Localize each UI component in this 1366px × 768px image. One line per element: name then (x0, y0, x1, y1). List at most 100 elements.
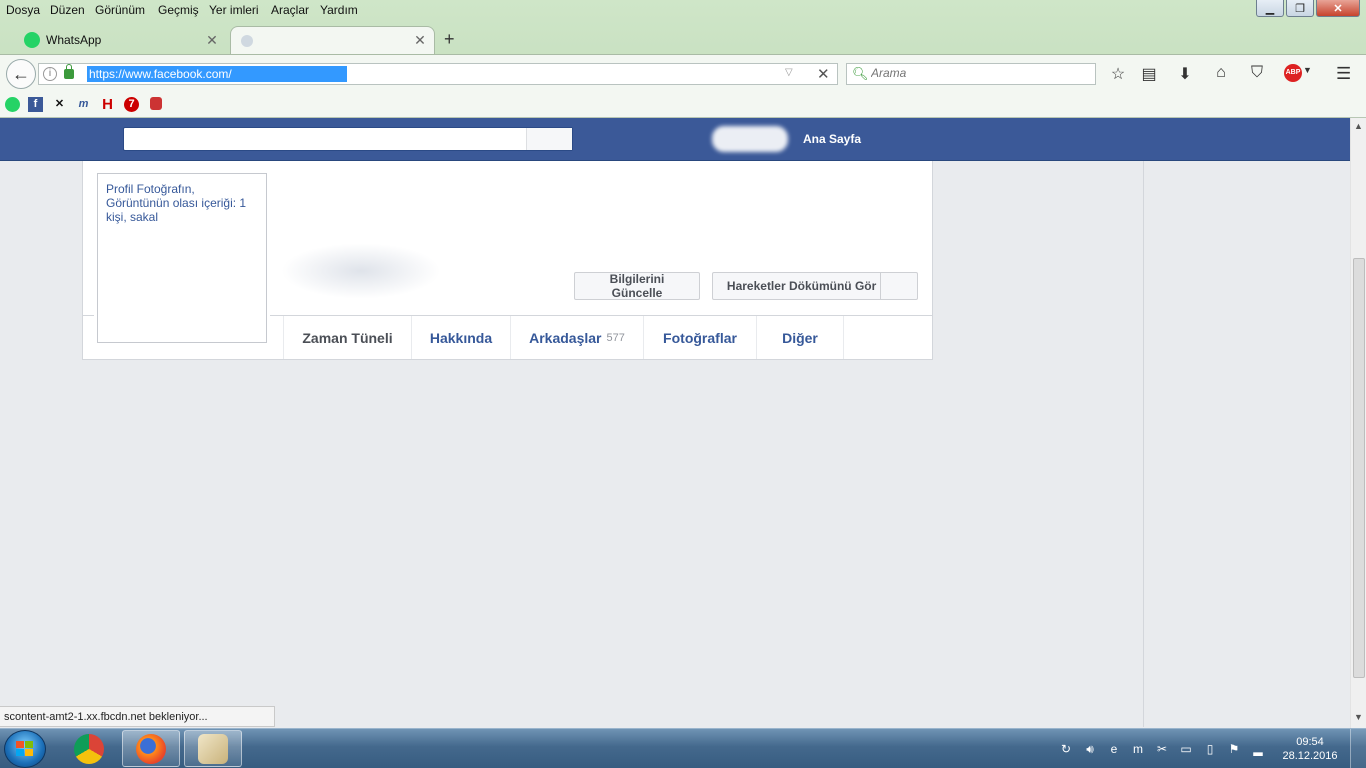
tab-friends[interactable]: Arkadaşlar 577 (510, 316, 643, 359)
profile-tabs: Zaman Tüneli Hakkında Arkadaşlar 577 Fot… (283, 316, 844, 359)
page-scrollbar[interactable]: ▲ ▼ (1350, 118, 1366, 728)
taskbar-paint[interactable] (184, 730, 242, 767)
scroll-down-icon[interactable]: ▼ (1354, 712, 1363, 722)
avatar[interactable] (712, 126, 788, 152)
menu-help[interactable]: Yardım (320, 3, 358, 17)
home-link[interactable]: Ana Sayfa (803, 132, 861, 146)
loading-icon (241, 34, 253, 47)
minimize-icon: ▁ (1265, 2, 1275, 15)
url-text[interactable]: https://www.facebook.com/ (87, 66, 347, 82)
minimize-button[interactable]: ▁ (1256, 0, 1284, 17)
signal-icon[interactable]: ▂ (1250, 741, 1266, 757)
tab-title: WhatsApp (46, 33, 102, 47)
close-window-button[interactable]: ✕ (1316, 0, 1360, 17)
info-icon[interactable]: i (43, 67, 57, 81)
stop-icon[interactable]: ✕ (817, 65, 830, 83)
tab-label: Hakkında (429, 329, 493, 346)
tab-whatsapp[interactable]: WhatsApp ✕ (8, 26, 226, 54)
show-desktop-button[interactable] (1350, 729, 1366, 768)
pocket-icon[interactable]: ⛉ (1247, 64, 1267, 82)
home-icon[interactable]: ⌂ (1211, 64, 1231, 82)
system-tray: ↻ 🔊︎ e m ✂ ▭ ▯ ⚑ ▂ (1058, 741, 1274, 757)
search-input[interactable] (871, 66, 1091, 80)
reading-list-icon[interactable]: ▤ (1139, 64, 1159, 84)
firefox-icon (136, 733, 166, 764)
whatsapp-icon[interactable] (5, 97, 20, 112)
search-bar[interactable]: 🔍︎ (846, 63, 1096, 85)
update-info-button[interactable]: Bilgilerini Güncelle (574, 272, 700, 300)
tab-more[interactable]: Diğer (756, 316, 844, 359)
address-bar[interactable]: i https://www.facebook.com/ ▽ ✕ (38, 63, 838, 85)
sync-icon[interactable]: ↻ (1058, 741, 1074, 757)
tab-label: Diğer (782, 329, 818, 346)
adblock-icon[interactable]: ABP (1284, 64, 1302, 82)
activity-log-button[interactable]: Hareketler Dökümünü Gör (712, 272, 918, 300)
lock-icon[interactable] (64, 64, 74, 79)
window-controls: ▁ ❐ ✕ (1254, 0, 1360, 18)
clock-time: 09:54 (1296, 736, 1324, 748)
profile-card: Bilgilerini Güncelle Hareketler Dökümünü… (82, 161, 933, 360)
start-button[interactable] (4, 730, 46, 768)
bookmark-icon[interactable] (150, 97, 162, 110)
friends-count: 577 (606, 331, 625, 344)
network-device-icon[interactable]: ▭ (1178, 741, 1194, 757)
bookmark-icon[interactable]: m (76, 97, 91, 112)
facebook-search-input[interactable] (132, 131, 522, 145)
browser-tray-icon[interactable]: e (1106, 741, 1122, 757)
usb-icon[interactable]: ▯ (1202, 741, 1218, 757)
activity-log-label: Hareketler Dökümünü Gör (726, 279, 877, 293)
volume-icon[interactable]: 🔊︎ (1082, 741, 1098, 757)
app-tray-icon[interactable]: ✂ (1154, 741, 1170, 757)
tab-strip: WhatsApp ✕ ✕ + (0, 24, 1366, 54)
facebook-header: Ana Sayfa (0, 118, 1350, 161)
profile-photo-alt-text: Profil Fotoğrafın, Görüntünün olası içer… (106, 182, 247, 224)
profile-name-area (281, 243, 441, 299)
menu-tools[interactable]: Araçlar (271, 3, 309, 17)
tab-label: Zaman Tüneli (302, 329, 393, 346)
menu-bookmarks[interactable]: Yer imleri (209, 3, 259, 17)
status-bar: scontent-amt2-1.xx.fbcdn.net bekleniyor.… (0, 706, 275, 727)
chrome-icon (74, 733, 104, 764)
bookmarks-toolbar: f ✕ m H 7 (0, 92, 1366, 118)
bookmark-icon[interactable]: ✕ (52, 97, 67, 112)
profile-photo[interactable]: Profil Fotoğrafın, Görüntünün olası içer… (97, 173, 267, 343)
app-tray-icon[interactable]: m (1130, 741, 1146, 757)
browser-chrome: Dosya Düzen Görünüm Geçmiş Yer imleri Ar… (0, 0, 1366, 118)
scroll-up-icon[interactable]: ▲ (1354, 121, 1363, 131)
tab-close-icon[interactable]: ✕ (412, 32, 428, 49)
facebook-icon[interactable]: f (28, 97, 43, 112)
tab-about[interactable]: Hakkında (411, 316, 510, 359)
windows-logo-icon (16, 741, 34, 757)
clock[interactable]: 09:54 28.12.2016 (1280, 735, 1340, 763)
download-icon[interactable]: ⬇ (1175, 64, 1195, 84)
taskbar-firefox[interactable] (122, 730, 180, 767)
back-arrow-icon: ← (12, 63, 30, 84)
scrollbar-thumb[interactable] (1353, 258, 1365, 678)
menu-edit[interactable]: Düzen (50, 3, 85, 17)
menu-history[interactable]: Geçmiş (158, 3, 199, 17)
more-options-button[interactable] (880, 273, 917, 299)
maximize-button[interactable]: ❐ (1286, 0, 1314, 17)
right-column-divider (1143, 161, 1144, 727)
back-button[interactable]: ← (6, 59, 36, 89)
bookmark-icon[interactable]: H (100, 97, 115, 112)
tab-close-icon[interactable]: ✕ (204, 32, 220, 49)
action-center-flag-icon[interactable]: ⚑ (1226, 741, 1242, 757)
bookmark-star-icon[interactable]: ☆ (1108, 64, 1128, 84)
menu-view[interactable]: Görünüm (95, 3, 145, 17)
tab-facebook[interactable]: ✕ (230, 26, 435, 54)
tab-label: Arkadaşlar (529, 329, 602, 346)
facebook-search-box[interactable] (123, 127, 573, 151)
hamburger-menu-icon[interactable]: ☰ (1336, 64, 1351, 84)
url-dropdown-icon[interactable]: ▽ (785, 67, 793, 78)
search-icon: 🔍︎ (852, 66, 869, 81)
tab-timeline[interactable]: Zaman Tüneli (283, 316, 411, 359)
facebook-search-button[interactable] (526, 128, 572, 150)
new-tab-button[interactable]: + (444, 29, 455, 50)
bookmark-icon[interactable]: 7 (124, 97, 139, 112)
menu-file[interactable]: Dosya (6, 3, 40, 17)
taskbar-chrome[interactable] (60, 730, 118, 767)
restore-icon: ❐ (1295, 2, 1305, 15)
tab-photos[interactable]: Fotoğraflar (643, 316, 756, 359)
chevron-down-icon[interactable]: ▼ (1303, 65, 1312, 75)
